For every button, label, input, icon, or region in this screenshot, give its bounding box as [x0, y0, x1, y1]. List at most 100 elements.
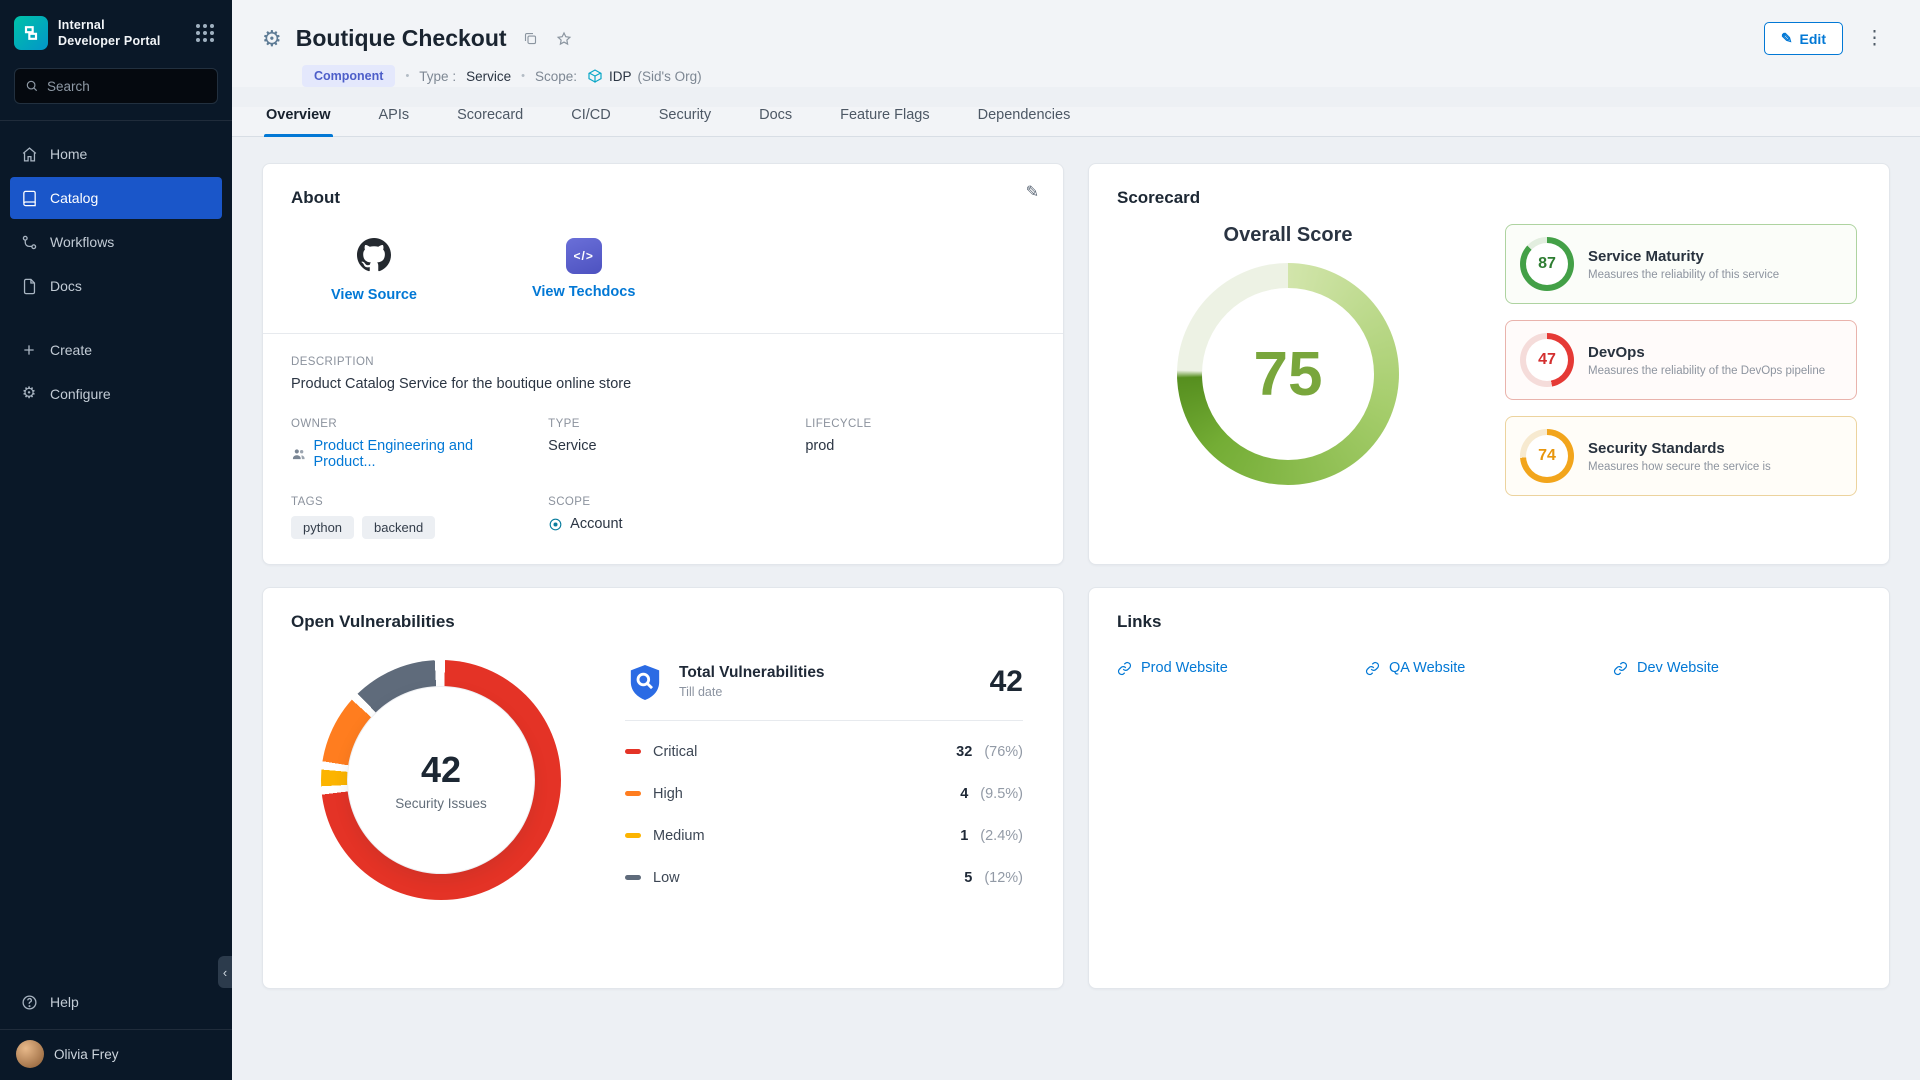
edit-button[interactable]: ✎ Edit	[1764, 22, 1843, 55]
scorecard-card: Scorecard Overall Score 75 87 Service Ma…	[1088, 163, 1890, 565]
lifecycle-value: prod	[805, 438, 1035, 454]
overall-score-gauge: 75	[1177, 263, 1399, 485]
tab-docs[interactable]: Docs	[757, 107, 794, 136]
workflows-icon	[20, 234, 38, 251]
help-button[interactable]: Help	[10, 981, 89, 1023]
chevron-left-icon: ‹	[223, 965, 227, 980]
field-tags: TAGS python backend	[291, 496, 532, 539]
score-card-security-standards[interactable]: 74 Security Standards Measures how secur…	[1505, 416, 1857, 496]
sidebar-collapse-button[interactable]: ‹	[218, 956, 232, 988]
plus-icon	[20, 342, 38, 358]
scorecard-title: Scorecard	[1117, 188, 1861, 208]
scope-field-value: Account	[570, 516, 622, 532]
about-edit-button[interactable]: ✎	[1026, 182, 1039, 202]
sidebar-item-home[interactable]: Home	[10, 133, 222, 175]
tag-chip: python	[291, 516, 354, 539]
sidebar-nav: Home Catalog Workflows Docs	[0, 133, 232, 307]
about-card: About ✎ View Source </>	[262, 163, 1064, 565]
search-icon	[25, 79, 39, 93]
pencil-icon: ✎	[1781, 30, 1793, 47]
vulnerabilities-donut-chart: 42 Security Issues	[321, 660, 561, 900]
tab-apis[interactable]: APIs	[377, 107, 412, 136]
page-header: ⚙ Boutique Checkout ✎ Edit ⋮	[232, 0, 1920, 87]
sidebar-item-workflows[interactable]: Workflows	[10, 221, 222, 263]
component-badge: Component	[302, 65, 395, 87]
scope-group: IDP (Sid's Org)	[587, 68, 702, 84]
favorite-button[interactable]	[552, 29, 576, 49]
sidebar-actions: Create ⚙ Configure	[0, 329, 232, 415]
scope-org: (Sid's Org)	[638, 69, 702, 84]
home-icon	[20, 146, 38, 163]
score-desc: Measures how secure the service is	[1588, 461, 1771, 473]
tab-overview[interactable]: Overview	[264, 107, 333, 136]
brand-title: Internal Developer Portal	[58, 17, 161, 50]
score-name: Service Maturity	[1588, 248, 1779, 265]
total-vulnerabilities-row: Total Vulnerabilities Till date 42	[625, 662, 1023, 721]
view-source-label: View Source	[331, 287, 417, 303]
link-label: QA Website	[1389, 660, 1465, 676]
content-grid: About ✎ View Source </>	[232, 137, 1920, 1080]
help-area: Help	[0, 981, 232, 1023]
tab-cicd[interactable]: CI/CD	[569, 107, 612, 136]
edit-label: Edit	[1800, 31, 1826, 47]
more-options-button[interactable]: ⋮	[1859, 25, 1890, 52]
sidebar-item-docs[interactable]: Docs	[10, 265, 222, 307]
logo-glyph	[21, 23, 41, 43]
qa-website-link[interactable]: QA Website	[1365, 660, 1613, 676]
score-ring: 47	[1520, 333, 1574, 387]
copy-button[interactable]	[519, 29, 542, 48]
link-icon	[1365, 661, 1380, 676]
type-value: Service	[466, 69, 511, 84]
apps-grid-icon[interactable]	[192, 20, 218, 46]
sidebar-search[interactable]	[14, 68, 218, 104]
docs-icon	[20, 278, 38, 295]
sidebar-item-label: Catalog	[50, 190, 98, 206]
total-value: 42	[990, 665, 1023, 699]
overall-score-label: Overall Score	[1224, 224, 1353, 247]
type-field-label: TYPE	[548, 418, 789, 430]
shield-search-icon	[625, 662, 665, 702]
field-owner: OWNER Product Engineering and Product...	[291, 418, 532, 470]
score-desc: Measures the reliability of the DevOps p…	[1588, 365, 1825, 377]
tab-dependencies[interactable]: Dependencies	[976, 107, 1073, 136]
main-area: ⚙ Boutique Checkout ✎ Edit ⋮	[232, 0, 1920, 1080]
copy-icon	[523, 31, 538, 46]
donut-label: Security Issues	[395, 796, 487, 811]
github-icon	[357, 238, 391, 277]
owner-label: OWNER	[291, 418, 532, 430]
sidebar-item-catalog[interactable]: Catalog	[10, 177, 222, 219]
account-scope-icon	[548, 517, 563, 532]
view-techdocs-label: View Techdocs	[532, 284, 635, 300]
help-icon	[20, 994, 38, 1011]
description-label: DESCRIPTION	[291, 356, 1035, 368]
view-techdocs-link[interactable]: </> View Techdocs	[532, 238, 635, 303]
configure-button[interactable]: ⚙ Configure	[10, 373, 222, 415]
score-list: 87 Service Maturity Measures the reliabi…	[1505, 224, 1857, 496]
tab-security[interactable]: Security	[657, 107, 713, 136]
prod-website-link[interactable]: Prod Website	[1117, 660, 1365, 676]
create-button[interactable]: Create	[10, 329, 222, 371]
nine-dots-icon	[196, 24, 214, 42]
owner-link[interactable]: Product Engineering and Product...	[291, 438, 532, 470]
vulnerabilities-title: Open Vulnerabilities	[291, 612, 1035, 632]
tab-feature-flags[interactable]: Feature Flags	[838, 107, 931, 136]
medium-dash-icon	[625, 833, 641, 838]
user-name: Olivia Frey	[54, 1047, 119, 1062]
user-menu[interactable]: Olivia Frey	[0, 1029, 232, 1080]
tab-scorecard[interactable]: Scorecard	[455, 107, 525, 136]
tag-chip: backend	[362, 516, 435, 539]
cube-icon	[587, 68, 603, 84]
score-desc: Measures the reliability of this service	[1588, 269, 1779, 281]
page-title: Boutique Checkout	[296, 25, 507, 52]
view-source-link[interactable]: View Source	[331, 238, 417, 303]
tab-bar: Overview APIs Scorecard CI/CD Security D…	[232, 107, 1920, 137]
search-input[interactable]	[47, 79, 207, 94]
link-icon	[1117, 661, 1132, 676]
vulnerabilities-body: 42 Security Issues Total V	[291, 632, 1035, 900]
score-name: DevOps	[1588, 344, 1825, 361]
dev-website-link[interactable]: Dev Website	[1613, 660, 1861, 676]
links-card: Links Prod Website QA Website Dev Websit…	[1088, 587, 1890, 989]
star-icon	[556, 31, 572, 47]
score-card-service-maturity[interactable]: 87 Service Maturity Measures the reliabi…	[1505, 224, 1857, 304]
score-card-devops[interactable]: 47 DevOps Measures the reliability of th…	[1505, 320, 1857, 400]
